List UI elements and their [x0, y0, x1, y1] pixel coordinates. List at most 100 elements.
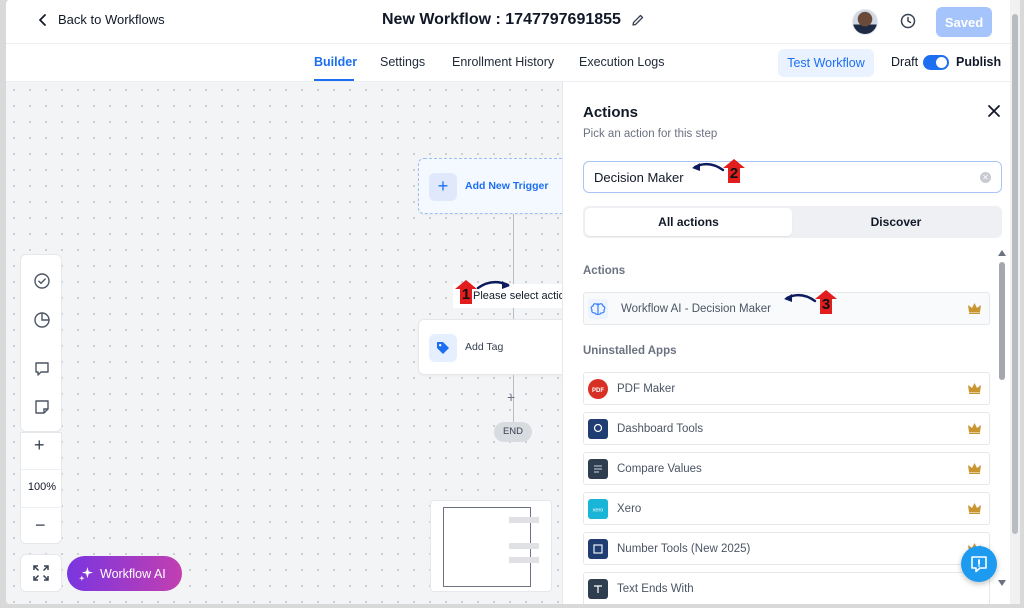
panel-title: Actions [583, 104, 639, 121]
brain-icon [588, 299, 608, 319]
clear-search-icon[interactable]: ✕ [980, 172, 991, 183]
pie-chart-icon[interactable] [32, 310, 52, 330]
tab-enrollment-history[interactable]: Enrollment History [452, 55, 554, 69]
divider [21, 469, 63, 470]
annotation-arrow-icon [784, 293, 817, 303]
app-label: Dashboard Tools [617, 423, 704, 435]
tab-builder[interactable]: Builder [314, 55, 357, 69]
minimap-node [509, 543, 539, 549]
pdf-icon: PDF [588, 379, 608, 399]
compare-app-icon [588, 459, 608, 479]
annotation-badge-1: 1 [455, 280, 477, 304]
action-category-tabs: All actions Discover [583, 206, 1002, 238]
zoom-in-button[interactable]: + [34, 435, 45, 456]
tag-icon-box [429, 334, 457, 362]
annotation-badge-3: 3 [815, 290, 837, 314]
minimap[interactable] [430, 500, 552, 592]
connector-line [513, 308, 514, 319]
app-item-xero[interactable]: xero Xero [583, 492, 990, 525]
actions-panel: Actions Pick an action for this step ✕ 2… [562, 82, 1018, 604]
feedback-chat-icon [971, 556, 987, 573]
app-label: Number Tools (New 2025) [617, 543, 751, 555]
back-to-workflows-link[interactable]: Back to Workflows [36, 12, 165, 27]
crown-icon [968, 303, 981, 314]
tab-execution-logs[interactable]: Execution Logs [579, 55, 664, 69]
tab-bar: Builder Settings Enrollment History Exec… [6, 44, 1018, 82]
trigger-label: Add New Trigger [465, 180, 549, 192]
minimap-node [509, 517, 539, 523]
app-label: Text Ends With [617, 583, 694, 595]
workflow-ai-button[interactable]: Workflow AI [67, 556, 182, 591]
zoom-level: 100% [27, 481, 57, 493]
check-circle-icon[interactable] [32, 271, 52, 291]
add-trigger-node[interactable]: + Add New Trigger [418, 158, 568, 214]
panel-subtitle: Pick an action for this step [583, 128, 718, 140]
add-tag-node[interactable]: Add Tag [418, 319, 568, 375]
zoom-out-button[interactable]: − [35, 515, 46, 536]
svg-text:xero: xero [593, 508, 604, 514]
publish-toggle[interactable] [923, 55, 949, 70]
tag-icon [437, 342, 449, 354]
feedback-button[interactable] [961, 546, 997, 582]
annotation-arrow-icon [692, 162, 725, 172]
crown-icon [968, 423, 981, 434]
divider [21, 507, 63, 508]
svg-text:PDF: PDF [592, 388, 604, 394]
plus-icon: + [429, 173, 457, 201]
publish-label: Publish [956, 55, 1002, 69]
uninstalled-apps-heading: Uninstalled Apps [583, 345, 677, 357]
add-step-plus-icon[interactable]: + [507, 389, 515, 405]
app-window: Back to Workflows New Workflow : 1747797… [6, 0, 1018, 604]
action-search-input[interactable] [583, 161, 1002, 193]
user-avatar[interactable] [852, 9, 878, 35]
test-workflow-button[interactable]: Test Workflow [778, 49, 874, 77]
history-icon[interactable] [899, 12, 917, 30]
annotation-arrow-icon [476, 280, 510, 290]
action-label: Workflow AI - Decision Maker [621, 303, 771, 315]
fit-view-button[interactable] [20, 554, 62, 592]
chevron-left-icon [39, 13, 46, 26]
tab-settings[interactable]: Settings [380, 55, 425, 69]
scroll-down-arrow-icon[interactable] [998, 580, 1006, 586]
draft-label: Draft [891, 55, 919, 69]
workflow-ai-label: Workflow AI [100, 566, 166, 581]
app-label: Xero [617, 503, 642, 515]
xero-icon: xero [588, 499, 608, 519]
sticky-note-icon[interactable] [32, 397, 52, 417]
active-tab-indicator [314, 79, 354, 81]
app-item-pdf-maker[interactable]: PDF PDF Maker [583, 372, 990, 405]
zoom-controls: + 100% − [20, 432, 63, 544]
expand-icon [33, 565, 49, 581]
sparkle-icon [79, 566, 94, 581]
minimap-node [509, 557, 539, 563]
close-icon[interactable] [987, 104, 1001, 118]
number-tools-icon [588, 539, 608, 559]
pencil-icon[interactable] [631, 13, 645, 27]
tab-all-actions[interactable]: All actions [585, 208, 792, 236]
tab-discover[interactable]: Discover [792, 208, 1000, 236]
workflow-title-text: New Workflow : 1747797691855 [382, 11, 621, 28]
app-item-number-tools[interactable]: Number Tools (New 2025) [583, 532, 990, 565]
app-item-text-ends-with[interactable]: Text Ends With [583, 572, 990, 604]
app-label: PDF Maker [617, 383, 676, 395]
comment-icon[interactable] [32, 359, 52, 379]
workflow-title: New Workflow : 1747797691855 [382, 11, 645, 29]
panel-scrollbar-thumb[interactable] [999, 262, 1005, 380]
top-bar: Back to Workflows New Workflow : 1747797… [6, 0, 1018, 44]
scroll-up-arrow-icon[interactable] [998, 250, 1006, 256]
connector-line [513, 214, 514, 284]
window-scrollbar-thumb[interactable] [1012, 14, 1018, 534]
actions-section-heading: Actions [583, 265, 626, 277]
app-item-dashboard-tools[interactable]: Dashboard Tools [583, 412, 990, 445]
app-label: Compare Values [617, 463, 702, 475]
crown-icon [968, 503, 981, 514]
add-tag-label: Add Tag [465, 341, 504, 353]
dashboard-app-icon [588, 419, 608, 439]
workflow-canvas[interactable]: + Add New Trigger Please select action A… [6, 82, 568, 604]
saved-button[interactable]: Saved [936, 7, 992, 37]
crown-icon [968, 383, 981, 394]
end-node: END [494, 422, 532, 442]
text-tools-icon [588, 579, 608, 599]
back-label: Back to Workflows [58, 12, 165, 27]
app-item-compare-values[interactable]: Compare Values [583, 452, 990, 485]
